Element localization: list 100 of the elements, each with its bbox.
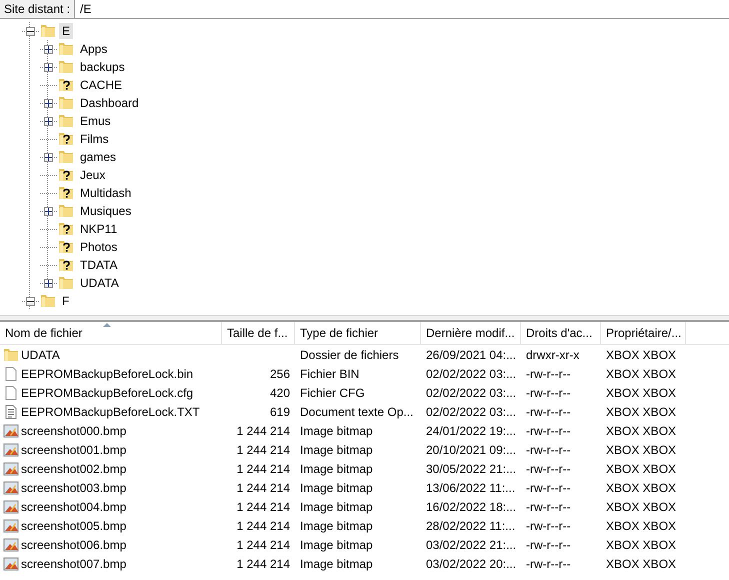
table-cell: 20/10/2021 09:... [426, 442, 516, 456]
folder-icon [58, 275, 74, 291]
image-file-icon [3, 498, 19, 514]
file-name[interactable]: EEPROMBackupBeforeLock.bin [21, 366, 194, 380]
file-name[interactable]: EEPROMBackupBeforeLock.cfg [21, 386, 194, 400]
table-cell: Image bitmap [300, 462, 373, 476]
file-icon [3, 384, 19, 400]
tree-item[interactable]: Jeux [77, 167, 108, 183]
table-cell: Image bitmap [300, 480, 373, 494]
column-header[interactable]: Type de fichier [295, 322, 421, 344]
table-cell: -rw-r--r-- [526, 462, 571, 476]
tree-item[interactable]: TDATA [77, 257, 121, 273]
tree-item[interactable]: UDATA [77, 275, 122, 291]
table-cell: 03/02/2022 21:... [426, 538, 516, 552]
file-name[interactable]: screenshot002.bmp [21, 462, 126, 476]
image-file-icon [3, 536, 19, 552]
file-name[interactable]: EEPROMBackupBeforeLock.TXT [21, 404, 200, 418]
table-cell: XBOX XBOX [606, 500, 676, 514]
table-cell: 02/02/2022 03:... [426, 404, 516, 418]
tree-item[interactable]: CACHE [77, 77, 126, 93]
question-folder-icon [58, 257, 74, 273]
table-cell: Image bitmap [300, 556, 373, 570]
column-header[interactable]: Droits d'ac... [521, 322, 601, 344]
tree-item[interactable]: F [59, 293, 72, 309]
expand-icon[interactable] [44, 116, 52, 126]
table-cell: Document texte Op... [300, 404, 414, 418]
tree-item[interactable]: Films [77, 131, 112, 147]
tree-item[interactable]: Dashboard [77, 95, 142, 111]
expand-icon[interactable] [44, 278, 52, 288]
table-cell: 26/09/2021 04:... [426, 348, 516, 362]
expand-icon[interactable] [44, 98, 52, 108]
table-cell: 30/05/2022 21:... [426, 462, 516, 476]
table-cell: XBOX XBOX [606, 442, 676, 456]
file-name[interactable]: screenshot001.bmp [21, 442, 126, 456]
table-cell: -rw-r--r-- [526, 424, 571, 438]
expand-icon[interactable] [44, 62, 52, 72]
file-name[interactable]: UDATA [21, 348, 60, 362]
expand-icon[interactable] [44, 44, 52, 54]
expand-icon[interactable] [44, 206, 52, 216]
image-file-icon [3, 480, 19, 496]
table-cell: XBOX XBOX [606, 386, 676, 400]
table-cell: XBOX XBOX [606, 556, 676, 570]
table-cell: Image bitmap [300, 538, 373, 552]
tree-item[interactable]: games [77, 149, 120, 165]
column-header[interactable]: Propriétaire/... [601, 322, 686, 344]
collapse-icon[interactable] [26, 26, 34, 36]
table-cell: XBOX XBOX [606, 518, 676, 532]
table-cell: -rw-r--r-- [526, 538, 571, 552]
table-cell: 1 244 214 [236, 518, 290, 532]
file-name[interactable]: screenshot006.bmp [21, 538, 126, 552]
table-cell: Dossier de fichiers [300, 348, 399, 362]
tree-item[interactable]: Photos [77, 239, 120, 255]
collapse-icon[interactable] [26, 296, 34, 306]
table-cell: Image bitmap [300, 518, 373, 532]
question-folder-icon [58, 185, 74, 201]
folder-icon [58, 95, 74, 111]
file-name[interactable]: screenshot004.bmp [21, 500, 126, 514]
table-cell: XBOX XBOX [606, 404, 676, 418]
image-file-icon [3, 460, 19, 476]
table-cell: Fichier BIN [300, 366, 360, 380]
tree-item[interactable]: Musiques [77, 203, 134, 219]
question-folder-icon [58, 131, 74, 147]
tree-item[interactable]: Emus [77, 113, 114, 129]
table-cell: 13/06/2022 11:... [426, 480, 516, 494]
table-cell: 1 244 214 [236, 462, 290, 476]
table-cell: 1 244 214 [236, 500, 290, 514]
table-cell: XBOX XBOX [606, 366, 676, 380]
column-header[interactable]: Dernière modif... [421, 322, 521, 344]
image-file-icon [3, 518, 19, 534]
table-cell: -rw-r--r-- [526, 518, 571, 532]
folder-icon [40, 293, 56, 309]
table-cell: -rw-r--r-- [526, 366, 571, 380]
tree-item[interactable]: Multidash [77, 185, 134, 201]
table-cell: XBOX XBOX [606, 480, 676, 494]
table-cell: -rw-r--r-- [526, 386, 571, 400]
table-cell: 02/02/2022 03:... [426, 366, 516, 380]
tree-item[interactable]: NKP11 [77, 221, 120, 237]
table-cell: 619 [270, 404, 290, 418]
table-cell: 256 [270, 366, 290, 380]
path-field[interactable]: /E [75, 0, 729, 18]
table-cell: -rw-r--r-- [526, 500, 571, 514]
folder-icon [3, 346, 19, 362]
tree-item[interactable]: Apps [77, 41, 110, 57]
table-cell: 28/02/2022 11:... [426, 518, 516, 532]
table-cell: -rw-r--r-- [526, 480, 571, 494]
tree-item[interactable]: E [59, 23, 74, 39]
column-header[interactable]: Taille de f... [222, 322, 295, 344]
table-cell: 03/02/2022 20:... [426, 556, 516, 570]
file-name[interactable]: screenshot000.bmp [21, 424, 126, 438]
table-cell: 1 244 214 [236, 556, 290, 570]
file-name[interactable]: screenshot007.bmp [21, 556, 126, 570]
file-name[interactable]: screenshot003.bmp [21, 480, 126, 494]
question-folder-icon [58, 221, 74, 237]
table-cell: 1 244 214 [236, 442, 290, 456]
image-file-icon [3, 442, 19, 458]
table-cell: 1 244 214 [236, 538, 290, 552]
file-name[interactable]: screenshot005.bmp [21, 518, 126, 532]
expand-icon[interactable] [44, 152, 52, 162]
table-cell: 1 244 214 [236, 424, 290, 438]
tree-item[interactable]: backups [77, 59, 128, 75]
